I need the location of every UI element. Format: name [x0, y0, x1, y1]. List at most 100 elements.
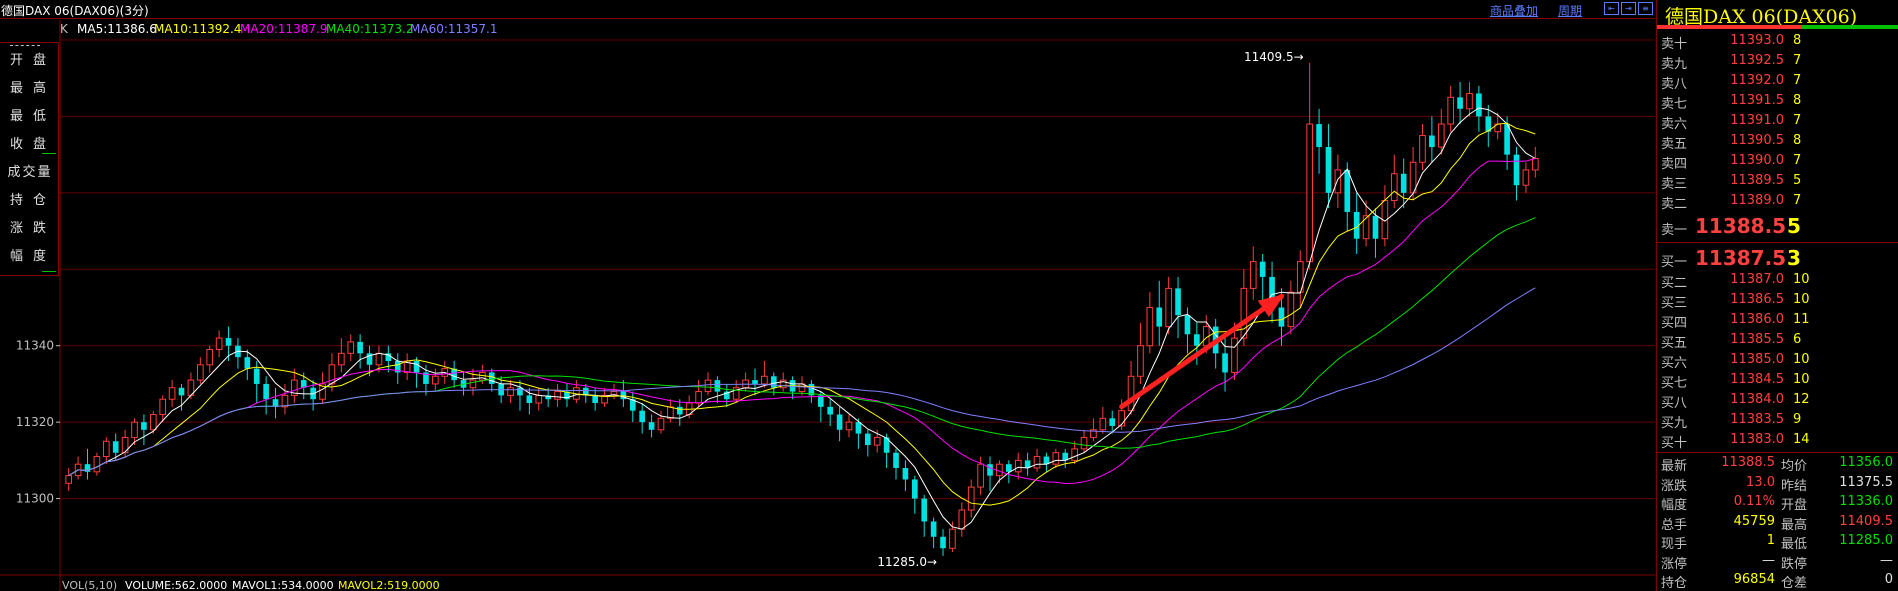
- candle-body-up: [93, 456, 101, 473]
- candle-body-down: [940, 536, 946, 549]
- stat-v1: 11388.5: [1721, 455, 1775, 470]
- candle-body-up: [1033, 456, 1041, 469]
- annotations-layer: 11409.5→ 11285.0→: [877, 50, 1303, 569]
- buy-row[interactable]: 买六 11385.0 10: [1657, 350, 1898, 371]
- candle-body-up: [1437, 123, 1445, 148]
- buy-row-price: 11383.5: [1730, 412, 1784, 427]
- buy-row-label: 买四: [1661, 316, 1688, 331]
- nav-menu-button[interactable]: ≡: [1638, 2, 1653, 15]
- stat-row: 总手 45759 最高 11409.5: [1657, 512, 1898, 533]
- buy-row[interactable]: 买九 11383.5 9: [1657, 410, 1898, 431]
- sell-row-label: 卖三: [1661, 177, 1688, 192]
- sell-row-label: 卖五: [1661, 137, 1688, 152]
- candle-body-down: [592, 395, 598, 404]
- sell-row[interactable]: 卖六 11391.0 7: [1657, 111, 1898, 132]
- sell-row-label: 卖十: [1661, 37, 1688, 52]
- candle-body-down: [1316, 124, 1322, 147]
- kline-chart[interactable]: 11300 11320 11340 11409.5→ 11285.0→ K MA5:1…: [0, 20, 1655, 591]
- ma20-line: [68, 158, 1536, 485]
- candle-body-up: [131, 421, 138, 438]
- sell-row[interactable]: 卖十 11393.0 8: [1657, 31, 1898, 52]
- sell-row[interactable]: 卖八 11392.0 7: [1657, 71, 1898, 92]
- left-data-box: 开盘 最高 最低 收盘 成交量 持仓 涨跌 幅度: [0, 42, 59, 276]
- left-box-dash: [10, 45, 40, 46]
- stat-row: 涨停 — 跌停 —: [1657, 551, 1898, 572]
- candle-body-up: [1287, 291, 1295, 328]
- candle-body-up: [1362, 215, 1370, 240]
- sell-row-qty: 8: [1793, 133, 1802, 148]
- candle-body-up: [375, 352, 383, 366]
- sell-row[interactable]: 卖五 11390.5 8: [1657, 131, 1898, 152]
- buy-row-qty: 9: [1793, 412, 1802, 427]
- buy-row[interactable]: 买四 11386.0 11: [1657, 310, 1898, 331]
- candle-body-up: [1419, 135, 1426, 163]
- candle-body-up: [215, 337, 223, 351]
- candle-body-down: [488, 372, 495, 384]
- stat-l1: 持仓: [1661, 576, 1688, 591]
- buy-row[interactable]: 买五 11385.5 6: [1657, 330, 1898, 351]
- candle-body-down: [526, 395, 533, 404]
- candle-body-up: [873, 436, 881, 446]
- kline-svg[interactable]: 11300 11320 11340 11409.5→ 11285.0→ K MA5:1…: [0, 20, 1655, 591]
- candle-body-down: [1429, 135, 1435, 147]
- buy-row-label: 买九: [1661, 416, 1688, 431]
- sell-row[interactable]: 卖四 11390.0 7: [1657, 151, 1898, 172]
- sell-row-label: 卖八: [1661, 77, 1688, 92]
- stat-row: 持仓 96854 仓差 0: [1657, 570, 1898, 591]
- buy-row[interactable]: 买八 11384.0 12: [1657, 390, 1898, 411]
- label-position: 持仓: [9, 193, 56, 208]
- nav-last-button[interactable]: ⇥: [1621, 2, 1636, 15]
- candle-body-up: [1249, 261, 1257, 289]
- ma40-label: MA40:11373.2: [326, 22, 414, 36]
- sell-row-price: 11393.0: [1730, 33, 1784, 48]
- sell-row-price: 11389.5: [1730, 173, 1784, 188]
- candle-body-down: [648, 422, 655, 430]
- sell-row[interactable]: 卖七 11391.5 8: [1657, 91, 1898, 112]
- stat-v1: 96854: [1733, 572, 1775, 587]
- y-tick-label: 11300: [16, 492, 54, 506]
- candle-body-up: [469, 379, 477, 389]
- label-open: 开盘: [9, 53, 56, 68]
- candle-body-down: [911, 479, 918, 499]
- sell-row[interactable]: 卖三 11389.5 5: [1657, 171, 1898, 192]
- buy-row-label: 买六: [1661, 356, 1688, 371]
- sell-row-price: 11391.5: [1730, 93, 1784, 108]
- period-link[interactable]: 周期: [1558, 2, 1582, 19]
- buy-row-qty: 10: [1793, 272, 1810, 287]
- candle-body-down: [112, 441, 119, 453]
- buy-row-price: 11387.0: [1730, 272, 1784, 287]
- orderbook-divider: [1657, 242, 1898, 243]
- buy-row[interactable]: 买七 11384.5 10: [1657, 370, 1898, 391]
- candle-body-up: [958, 509, 966, 530]
- candle-body-down: [855, 422, 862, 434]
- buy-row[interactable]: 买三 11386.5 10: [1657, 290, 1898, 311]
- sell-row[interactable]: 卖九 11392.5 7: [1657, 51, 1898, 72]
- buy-row-label: 买二: [1661, 276, 1688, 291]
- buy-row-qty: 10: [1793, 372, 1810, 387]
- buy-row-qty: 12: [1793, 392, 1810, 407]
- candle-body-up: [1137, 345, 1144, 377]
- vol-label: VOL(5,10): [62, 579, 117, 591]
- stat-v1: 0.11%: [1733, 494, 1775, 509]
- nav-first-button[interactable]: ⇤: [1604, 2, 1619, 15]
- overlay-commodity-link[interactable]: 商品叠加: [1490, 2, 1538, 19]
- buy-row-price: 11384.5: [1730, 372, 1784, 387]
- candle-body-up: [1390, 173, 1398, 201]
- buy-row[interactable]: 买一 11387.5 3: [1657, 246, 1898, 270]
- sell-row-price: 11390.5: [1730, 133, 1784, 148]
- sell-row[interactable]: 卖一 11388.5 5: [1657, 214, 1898, 238]
- candles-layer: [65, 62, 1539, 556]
- buy-row-label: 买十: [1661, 436, 1688, 451]
- sell-row[interactable]: 卖二 11389.0 7: [1657, 191, 1898, 212]
- candle-body-down: [836, 414, 843, 430]
- candle-body-down: [1175, 288, 1181, 316]
- buy-row[interactable]: 买十 11383.0 14: [1657, 430, 1898, 451]
- stat-l2: 昨结: [1781, 478, 1808, 494]
- candle-body-down: [1184, 315, 1191, 335]
- candle-body-down: [770, 376, 777, 388]
- candle-body-down: [714, 380, 721, 392]
- stat-l1: 涨停: [1661, 556, 1688, 572]
- buy-row[interactable]: 买二 11387.0 10: [1657, 270, 1898, 291]
- label-volume: 成交量: [7, 165, 53, 180]
- candle-body-up: [159, 398, 167, 416]
